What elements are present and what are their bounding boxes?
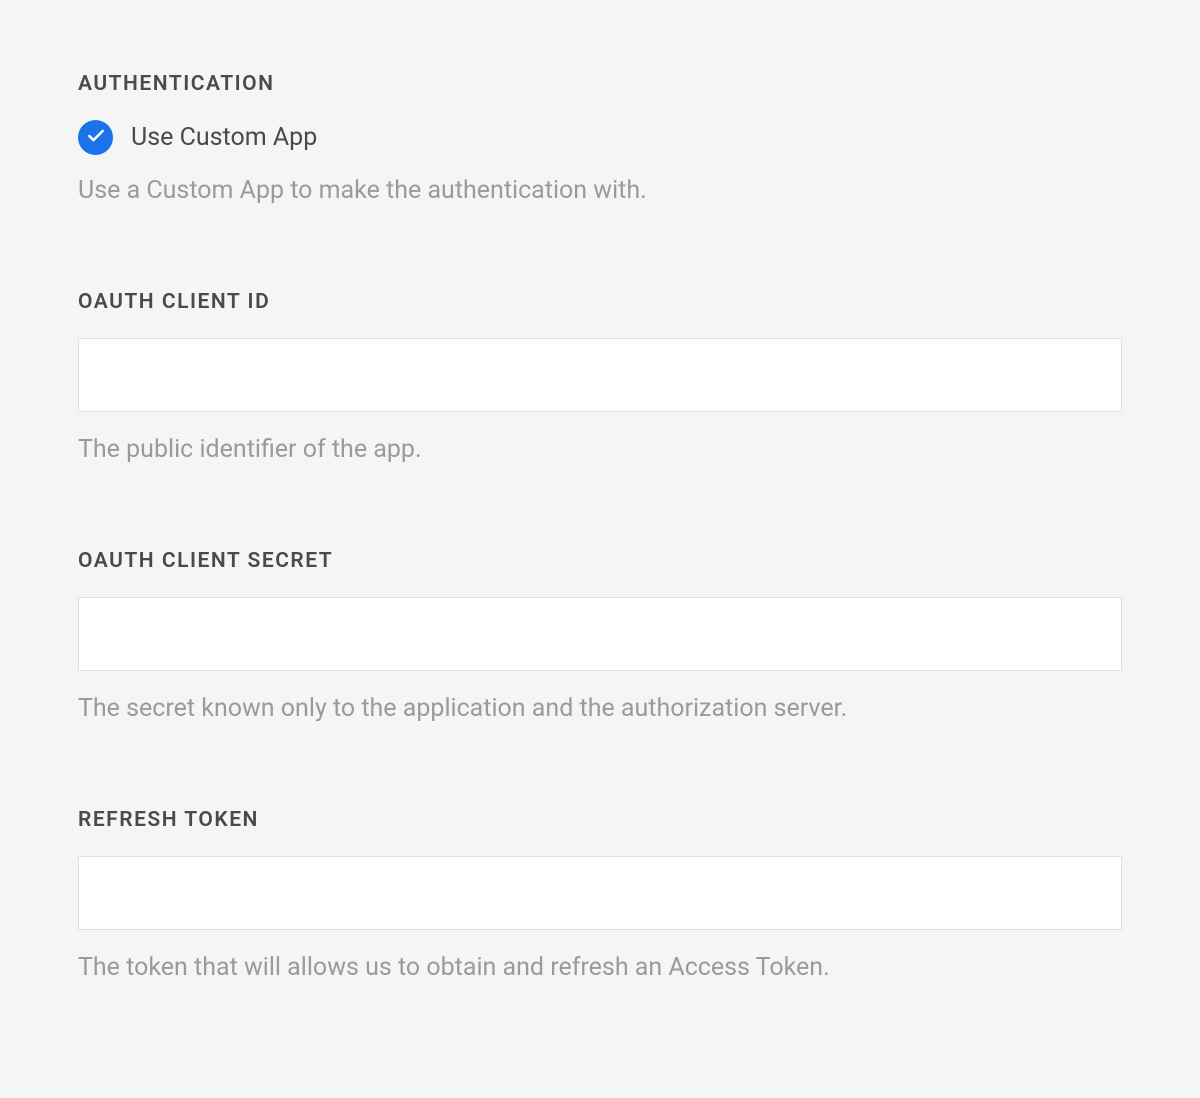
authentication-section: AUTHENTICATION Use Custom App Use a Cust… <box>78 72 1122 208</box>
checkmark-icon <box>86 126 106 150</box>
oauth-client-id-section: OAUTH CLIENT ID The public identifier of… <box>78 290 1122 467</box>
refresh-token-label: REFRESH TOKEN <box>78 808 1122 832</box>
refresh-token-input[interactable] <box>78 856 1122 930</box>
oauth-client-secret-section: OAUTH CLIENT SECRET The secret known onl… <box>78 549 1122 726</box>
refresh-token-help: The token that will allows us to obtain … <box>78 950 1122 985</box>
oauth-client-id-help: The public identifier of the app. <box>78 432 1122 467</box>
oauth-client-id-input[interactable] <box>78 338 1122 412</box>
oauth-client-id-label: OAUTH CLIENT ID <box>78 290 1122 314</box>
use-custom-app-label: Use Custom App <box>131 123 317 152</box>
oauth-client-secret-help: The secret known only to the application… <box>78 691 1122 726</box>
use-custom-app-checkbox[interactable] <box>78 120 113 155</box>
oauth-client-secret-label: OAUTH CLIENT SECRET <box>78 549 1122 573</box>
refresh-token-section: REFRESH TOKEN The token that will allows… <box>78 808 1122 985</box>
authentication-label: AUTHENTICATION <box>78 72 1122 96</box>
authentication-help: Use a Custom App to make the authenticat… <box>78 173 1122 208</box>
oauth-client-secret-input[interactable] <box>78 597 1122 671</box>
use-custom-app-row: Use Custom App <box>78 120 1122 155</box>
